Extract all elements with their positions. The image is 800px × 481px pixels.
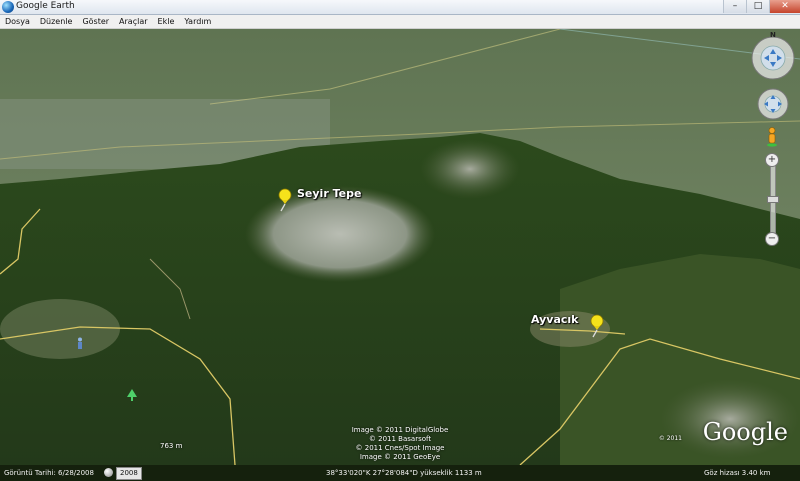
eye-altitude-readout: Göz hizası 3.40 km xyxy=(704,469,771,477)
maximize-button[interactable]: □ xyxy=(746,0,769,13)
menu-edit[interactable]: Düzenle xyxy=(35,15,78,28)
ayvacik-pushpin-icon[interactable] xyxy=(586,314,606,338)
window-controls: – □ ✕ xyxy=(723,0,800,14)
navigation-controls: N + − xyxy=(744,29,800,259)
minimize-button[interactable]: – xyxy=(723,0,746,13)
zoom-in-button[interactable]: + xyxy=(765,153,779,167)
map-viewport[interactable]: Seyir Tepe Ayvacık 763 m Image © 2011 Di… xyxy=(0,29,800,465)
google-logo: Google xyxy=(702,418,788,446)
seyir-tepe-pushpin-icon[interactable] xyxy=(274,188,294,212)
move-joystick-icon[interactable] xyxy=(756,87,790,121)
title-bar: Google Earth – □ ✕ xyxy=(0,0,800,15)
logo-copyright: © 2011 xyxy=(658,435,682,442)
imagery-credit-1: Image © 2011 DigitalGlobe xyxy=(351,426,449,434)
menu-help[interactable]: Yardım xyxy=(179,15,216,28)
google-earth-app-icon xyxy=(2,1,14,13)
historical-imagery-icon[interactable] xyxy=(104,468,113,477)
menu-add[interactable]: Ekle xyxy=(153,15,180,28)
imagery-credit-4: Image © 2011 GeoEye xyxy=(359,453,441,461)
street-view-pegman-icon[interactable] xyxy=(766,127,778,147)
close-button[interactable]: ✕ xyxy=(769,0,800,13)
menu-file[interactable]: Dosya xyxy=(0,15,35,28)
zoom-out-button[interactable]: − xyxy=(765,232,779,246)
menu-bar: Dosya Düzenle Göster Araçlar Ekle Yardım xyxy=(0,15,800,29)
status-bar: Görüntü Tarihi: 6/28/2008 2008 38°33'020… xyxy=(0,465,800,481)
look-compass-icon[interactable] xyxy=(750,35,796,81)
imagery-year-box[interactable]: 2008 xyxy=(116,467,142,480)
tree-marker-icon xyxy=(127,389,137,401)
seyir-tepe-label[interactable]: Seyir Tepe xyxy=(297,187,361,200)
imagery-date: Görüntü Tarihi: 6/28/2008 xyxy=(4,469,94,477)
coordinates-readout: 38°33'020"K 27°28'084"D yükseklik 1133 m xyxy=(326,469,482,477)
window-title: Google Earth xyxy=(16,1,75,11)
person-marker-icon xyxy=(78,337,82,349)
terrain-scene xyxy=(0,29,800,465)
imagery-credit-3: © 2011 Cnes/Spot Image xyxy=(355,444,445,452)
ayvacik-label[interactable]: Ayvacık xyxy=(531,313,579,326)
north-indicator[interactable]: N xyxy=(770,31,776,39)
menu-tools[interactable]: Araçlar xyxy=(114,15,152,28)
zoom-slider-thumb[interactable] xyxy=(767,196,779,203)
menu-view[interactable]: Göster xyxy=(77,15,114,28)
